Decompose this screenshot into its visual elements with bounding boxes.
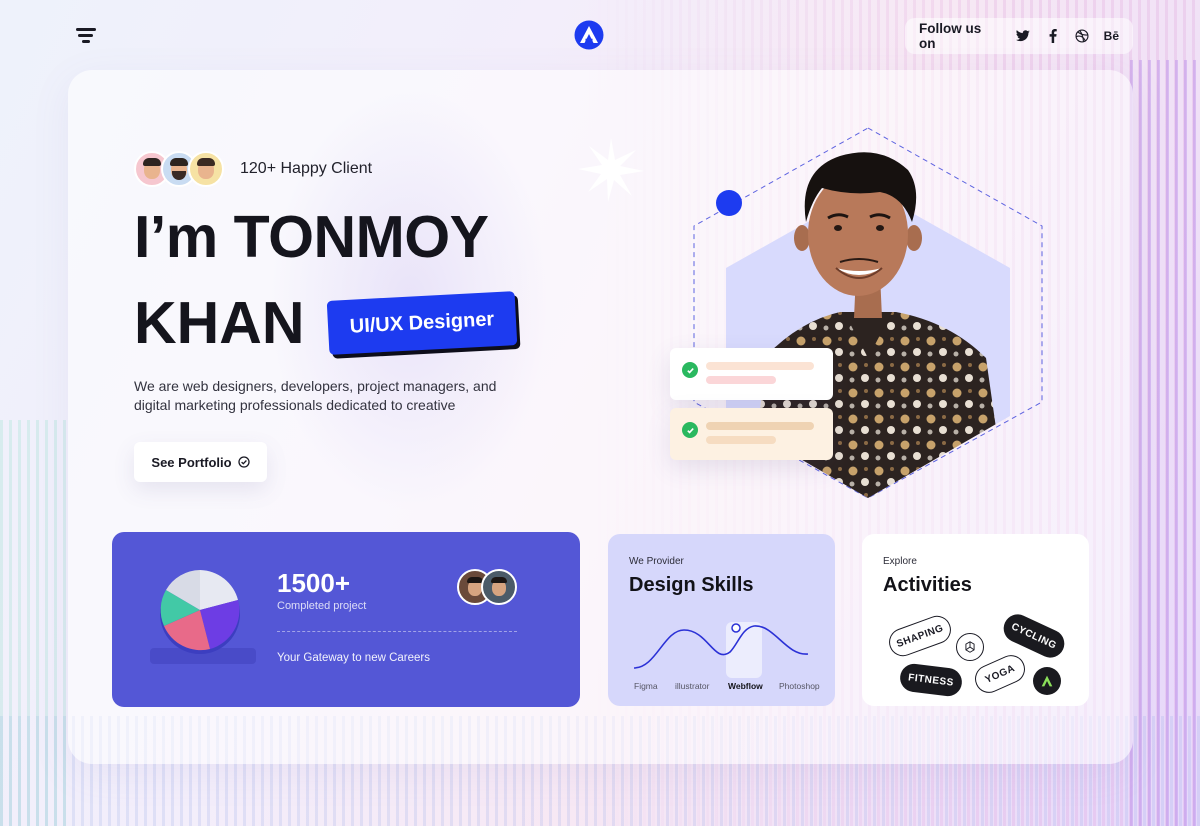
task-card <box>670 348 833 400</box>
skill-label-webflow: Webflow <box>728 681 763 691</box>
skill-wave-icon <box>633 623 809 669</box>
skills-title: Design Skills <box>629 574 754 596</box>
hero-title-line2: KHAN <box>134 290 305 356</box>
check-circle-icon <box>237 456 250 468</box>
see-portfolio-button[interactable]: See Portfolio <box>134 442 267 482</box>
brand-logo-icon[interactable] <box>574 20 604 50</box>
happy-client-text: 120+ Happy Client <box>240 160 373 177</box>
team-avatars <box>457 569 517 605</box>
avatar <box>188 151 224 187</box>
check-icon <box>682 362 698 378</box>
skill-label-photoshop: Photoshop <box>779 681 820 691</box>
skill-label-illustrator: illustrator <box>675 681 710 691</box>
activities-card: Explore Activities SHAPING CYCLING FITNE… <box>862 534 1089 706</box>
brand-logo-icon <box>1033 667 1061 695</box>
skills-card: We Provider Design Skills Figma illustra… <box>608 534 835 706</box>
client-avatars <box>134 151 224 187</box>
facebook-icon[interactable] <box>1045 28 1060 44</box>
follow-label: Follow us on <box>919 21 982 51</box>
avatar <box>481 569 517 605</box>
task-card <box>670 408 833 460</box>
social-bar: Follow us on Bē <box>905 18 1133 54</box>
behance-icon[interactable]: Bē <box>1104 28 1119 44</box>
stats-card: 1500+ Completed project Your Gateway to … <box>112 532 580 707</box>
dribbble-icon[interactable] <box>1074 28 1089 44</box>
stat-tagline: Your Gateway to new Careers <box>277 652 430 664</box>
pill-shaping[interactable]: SHAPING <box>885 611 955 661</box>
pill-fitness[interactable]: FITNESS <box>898 662 964 698</box>
role-badge: UI/UX Designer <box>326 291 518 355</box>
menu-icon[interactable] <box>76 26 98 46</box>
skills-kicker: We Provider <box>629 556 684 567</box>
hero-title-line1: I’m TONMOY <box>134 204 489 270</box>
divider <box>277 631 517 632</box>
see-portfolio-label: See Portfolio <box>151 454 232 470</box>
stat-number: 1500+ <box>277 568 351 598</box>
pie-chart-icon <box>160 570 240 654</box>
sparkle-icon <box>578 138 644 202</box>
decorative-stripes <box>1130 60 1200 826</box>
openai-icon <box>956 633 984 661</box>
activities-kicker: Explore <box>883 556 917 567</box>
activities-title: Activities <box>883 574 972 596</box>
stat-label: Completed project <box>277 600 367 612</box>
twitter-icon[interactable] <box>1016 28 1031 44</box>
decorative-stripes <box>0 420 70 826</box>
skill-label-figma: Figma <box>634 681 658 691</box>
pill-yoga[interactable]: YOGA <box>970 650 1030 698</box>
hero-description: We are web designers, developers, projec… <box>134 378 497 413</box>
check-icon <box>682 422 698 438</box>
